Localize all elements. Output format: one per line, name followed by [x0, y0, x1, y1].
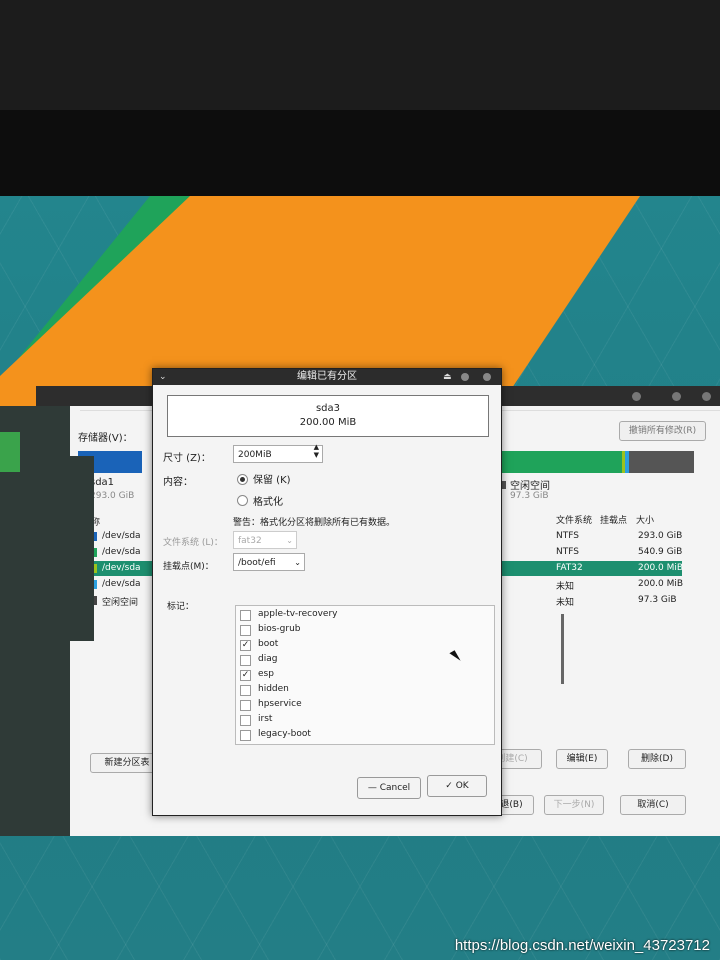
ok-label: OK	[455, 781, 469, 791]
flag-label: boot	[258, 639, 279, 649]
row-size: 200.0 MiB	[638, 563, 684, 573]
flag-label: hpservice	[258, 699, 302, 709]
mount-value: /boot/efi	[238, 558, 276, 568]
dialog-title: 编辑已有分区	[297, 371, 357, 382]
checkbox[interactable]	[240, 655, 251, 666]
legend-size-sda1: 293.0 GiB	[90, 491, 135, 501]
checkbox-checked[interactable]: ✓	[240, 640, 251, 651]
row-name: /dev/sda	[102, 563, 141, 573]
row-size: 293.0 GiB	[638, 531, 683, 541]
bar-segment-free	[629, 451, 694, 473]
col-size-header: 大小	[636, 516, 655, 526]
bar-segment-sda2	[486, 451, 622, 473]
checkbox-checked[interactable]: ✓	[240, 670, 251, 681]
eject-icon[interactable]: ⏏	[443, 369, 452, 385]
row-fs: 未知	[556, 582, 575, 592]
row-fs: NTFS	[556, 547, 579, 557]
row-size: 540.9 GiB	[638, 547, 683, 557]
partition-name: sda3	[315, 403, 341, 414]
keep-radio[interactable]	[237, 474, 248, 485]
row-name: /dev/sda	[102, 531, 141, 541]
content-label: 内容：	[163, 477, 193, 488]
storage-label: 存储器(V)：	[78, 433, 133, 444]
installer-left-panel	[34, 456, 94, 641]
row-fs: FAT32	[556, 563, 583, 573]
flags-label: 标记：	[167, 602, 195, 612]
cancel-label: Cancel	[379, 783, 411, 793]
flag-label: diag	[258, 654, 278, 664]
dialog-titlebar: ⌄ 编辑已有分区 ⏏	[153, 369, 501, 385]
checkbox[interactable]	[240, 730, 251, 741]
row-fs: NTFS	[556, 531, 579, 541]
min-dot-icon[interactable]	[632, 392, 641, 401]
checkbox[interactable]	[240, 610, 251, 621]
mount-point-combo[interactable]: /boot/efi ⌄	[233, 553, 305, 571]
dialog-ok-button[interactable]: ✓ OK	[427, 775, 487, 797]
keep-label: 保留 (K)	[253, 475, 291, 486]
flags-list: apple-tv-recovery bios-grub ✓ boot diag ✓…	[235, 605, 564, 745]
row-size: 97.3 GiB	[638, 595, 677, 605]
row-name: /dev/sda	[102, 547, 141, 557]
size-spinbox[interactable]: 200MiB ▲ ▼	[233, 443, 323, 463]
dialog-cancel-button[interactable]: — Cancel	[357, 777, 421, 799]
cancel-icon: —	[367, 783, 377, 793]
edit-partition-dialog: ⌄ 编辑已有分区 ⏏ sda3 200.00 MiB 尺寸 (Z)： 200Mi…	[152, 368, 564, 816]
partition-size: 200.00 MiB	[299, 417, 357, 428]
monitor-bezel	[0, 110, 720, 274]
close-dot-icon[interactable]	[483, 373, 491, 381]
checkbox[interactable]	[240, 685, 251, 696]
check-icon: ✓	[445, 781, 453, 791]
checkbox[interactable]	[240, 700, 251, 711]
chevron-down-icon[interactable]: ⌄	[294, 554, 301, 572]
edit-button[interactable]: 编辑(E)	[556, 749, 608, 769]
flag-label: irst	[258, 714, 273, 724]
flag-label: bios-grub	[258, 624, 301, 634]
col-mount-header: 挂载点	[600, 516, 628, 526]
mount-label: 挂载点(M)：	[163, 562, 214, 572]
monitor-bezel-top	[0, 0, 720, 110]
filesystem-value: fat32	[238, 536, 262, 546]
max-dot-icon[interactable]	[672, 392, 681, 401]
desktop-screen: 存储器(V)： 撤销所有修改(R) sda1 293.0 GiB 空闲空间 97…	[0, 196, 720, 960]
row-size: 200.0 MiB	[638, 579, 684, 589]
legend-name-free: 空闲空间	[510, 481, 550, 492]
revert-all-button[interactable]: 撤销所有修改(R)	[619, 421, 706, 441]
manjaro-logo-icon	[0, 432, 20, 472]
checkbox[interactable]	[240, 625, 251, 636]
cancel-install-button[interactable]: 取消(C)	[620, 795, 686, 815]
spin-arrows-icon[interactable]: ▲ ▼	[314, 443, 319, 459]
delete-button[interactable]: 删除(D)	[628, 749, 686, 769]
chevron-down-icon[interactable]: ⌄	[159, 369, 167, 385]
checkbox[interactable]	[240, 715, 251, 726]
flag-label: legacy-boot	[258, 729, 311, 739]
next-button[interactable]: 下一步(N)	[544, 795, 604, 815]
watermark: https://blog.csdn.net/weixin_43723712	[454, 937, 710, 954]
col-fs-header: 文件系统	[556, 516, 593, 526]
row-fs: 未知	[556, 598, 575, 608]
format-radio[interactable]	[237, 495, 248, 506]
format-warning: 警告：格式化分区将删除所有已有数据。	[233, 518, 396, 528]
filesystem-label: 文件系统 (L)：	[163, 538, 223, 548]
size-value: 200MiB	[238, 450, 272, 460]
size-label: 尺寸 (Z)：	[163, 453, 211, 464]
row-name: 空闲空间	[102, 598, 139, 608]
flag-label: apple-tv-recovery	[258, 609, 338, 619]
minimize-dot-icon[interactable]	[461, 373, 469, 381]
flag-label: esp	[258, 669, 274, 679]
format-label: 格式化	[253, 497, 283, 508]
close-dot-icon[interactable]	[702, 392, 711, 401]
filesystem-select[interactable]: fat32 ⌄	[233, 531, 297, 549]
row-name: /dev/sda	[102, 579, 141, 589]
legend-size-free: 97.3 GiB	[510, 491, 549, 501]
flags-scrollbar[interactable]	[561, 614, 564, 684]
flag-label: hidden	[258, 684, 289, 694]
chevron-down-icon: ⌄	[286, 536, 293, 545]
partition-summary: sda3 200.00 MiB	[167, 395, 489, 437]
